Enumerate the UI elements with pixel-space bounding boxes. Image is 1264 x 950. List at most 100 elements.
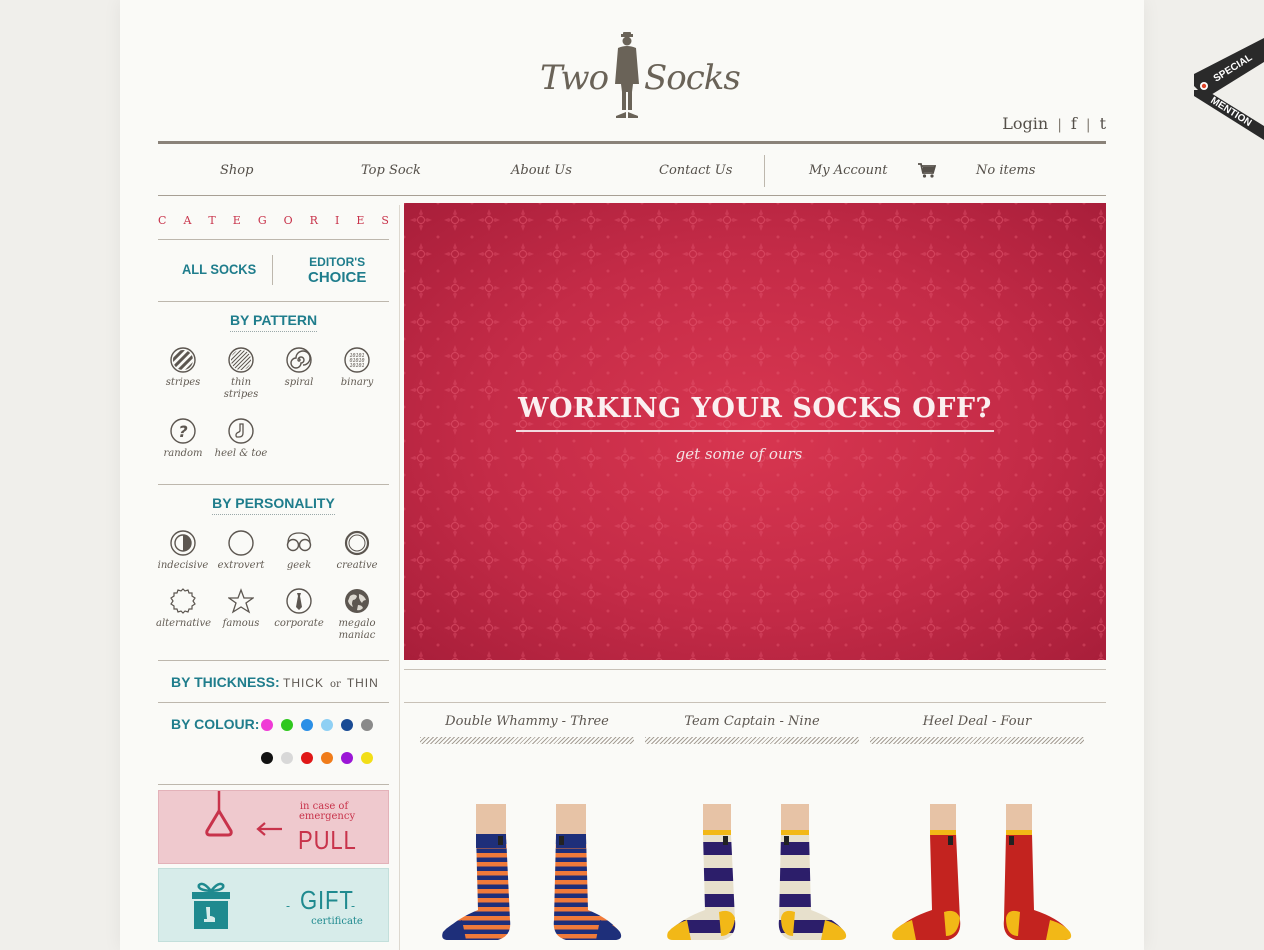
product-image[interactable] [663, 790, 853, 950]
gift-dash-right: - [351, 899, 356, 913]
colour-swatch[interactable] [281, 719, 293, 731]
colour-swatch[interactable] [301, 752, 313, 764]
pattern-random[interactable]: ? random [156, 418, 210, 460]
nav-shop[interactable]: Shop [220, 163, 253, 178]
personality-label: alternative [156, 618, 212, 629]
hero-banner[interactable]: WORKING YOUR SOCKS OFF? get some of ours [404, 203, 1106, 660]
heading-letter: E [232, 214, 241, 227]
product-underline [645, 737, 859, 744]
product-underline [870, 737, 1084, 744]
circle-icon [228, 530, 254, 556]
column-divider [399, 205, 400, 950]
personality-alternative[interactable]: alternative [156, 588, 212, 630]
pattern-label: binary [340, 377, 374, 388]
personality-indecisive[interactable]: indecisive [156, 530, 210, 572]
nav-top-sock[interactable]: Top Sock [361, 163, 421, 178]
by-pattern-heading: BY PATTERN [158, 312, 389, 332]
personality-famous[interactable]: famous [214, 588, 268, 630]
pattern-label: heel & toe [214, 448, 268, 459]
divider [158, 239, 389, 240]
colour-swatch[interactable] [321, 719, 333, 731]
emergency-pull-promo[interactable]: in case of emergency PULL [158, 790, 389, 864]
editors-choice-link[interactable]: EDITOR'S CHOICE [308, 255, 366, 285]
thickness-options: THICK or THIN [283, 676, 379, 690]
nav-contact-us[interactable]: Contact Us [659, 163, 732, 178]
facebook-link[interactable]: f [1071, 114, 1077, 133]
nav-my-account[interactable]: My Account [809, 163, 888, 178]
colour-swatch[interactable] [361, 719, 373, 731]
personality-label: indecisive [157, 560, 209, 571]
colour-swatch[interactable] [261, 752, 273, 764]
by-pattern-label: BY PATTERN [229, 312, 318, 332]
product-title[interactable]: Double Whammy - Three [420, 714, 634, 729]
colour-swatch[interactable] [321, 752, 333, 764]
pattern-spiral[interactable]: spiral [272, 347, 326, 389]
divider [272, 255, 273, 285]
by-personality-label: BY PERSONALITY [212, 495, 335, 515]
stripes-icon [170, 347, 196, 373]
star-icon [228, 588, 254, 614]
product-image[interactable] [438, 790, 628, 950]
product-underline [420, 737, 634, 744]
badge-icon [170, 588, 196, 614]
pattern-heel-toe[interactable]: heel & toe [214, 418, 268, 460]
gift-certificate-promo[interactable]: - GIFT - certificate [158, 868, 389, 942]
colour-swatch[interactable] [261, 719, 273, 731]
personality-corporate[interactable]: corporate [272, 588, 326, 630]
divider [158, 660, 389, 661]
personality-extrovert[interactable]: extrovert [214, 530, 268, 572]
nav-about-us[interactable]: About Us [511, 163, 572, 178]
heading-letter: A [183, 214, 192, 227]
divider [158, 301, 389, 302]
personality-label: geek [286, 560, 312, 571]
main-nav: Shop Top Sock About Us Contact Us My Acc… [158, 152, 1106, 190]
twitter-link[interactable]: t [1100, 114, 1106, 133]
special-mention-ribbon[interactable]: SPECIAL MENTION [1194, 30, 1264, 142]
account-links: Login | f | t [1002, 114, 1106, 133]
gift-box-icon [192, 882, 230, 929]
pattern-binary[interactable]: 10101 01010 10101 binary [330, 347, 384, 389]
brand-logo[interactable]: Two Socks [540, 30, 741, 125]
product-title[interactable]: Heel Deal - Four [870, 714, 1084, 729]
personality-creative[interactable]: creative [330, 530, 384, 572]
arrow-left-icon [256, 822, 282, 836]
thick-option[interactable]: THICK [283, 676, 324, 690]
heading-letter: C [158, 214, 167, 227]
pattern-thin-stripes[interactable]: thin stripes [214, 347, 268, 401]
personality-label: creative [336, 560, 378, 571]
ribbon-line2: MENTION [1208, 95, 1253, 129]
thin-option[interactable]: THIN [347, 676, 379, 690]
colour-swatch[interactable] [341, 719, 353, 731]
colour-swatch[interactable] [341, 752, 353, 764]
spiral-icon [286, 347, 312, 373]
divider [158, 484, 389, 485]
personality-label: extrovert [217, 560, 265, 571]
half-circle-icon [170, 530, 196, 556]
tie-icon [286, 588, 312, 614]
pattern-label: stripes [165, 377, 201, 388]
heading-letter: S [381, 214, 389, 227]
pattern-stripes[interactable]: stripes [156, 347, 210, 389]
colour-swatch[interactable] [281, 752, 293, 764]
personality-geek[interactable]: geek [272, 530, 326, 572]
colour-swatch[interactable] [361, 752, 373, 764]
colour-swatch[interactable] [301, 719, 313, 731]
glasses-icon [286, 532, 312, 552]
personality-label: famous [222, 618, 260, 629]
product-image[interactable] [888, 790, 1078, 950]
divider: | [1057, 117, 1062, 133]
personality-label: corporate [274, 618, 324, 629]
globe-icon [345, 589, 369, 613]
sock-pair-team-captain [667, 804, 847, 940]
by-thickness-label: BY THICKNESS: [171, 674, 280, 690]
product-title[interactable]: Team Captain - Nine [645, 714, 859, 729]
sock-pair-heel-deal [892, 804, 1072, 940]
pattern-label: thin stripes [223, 377, 259, 400]
gift-dash-left: - [286, 899, 291, 913]
all-socks-link[interactable]: ALL SOCKS [182, 261, 256, 277]
cart-icon[interactable] [918, 163, 936, 178]
login-link[interactable]: Login [1002, 114, 1048, 133]
personality-megalo-maniac[interactable]: megalo maniac [330, 588, 384, 642]
cart-status[interactable]: No items [976, 163, 1035, 178]
svg-text:?: ? [178, 422, 187, 441]
